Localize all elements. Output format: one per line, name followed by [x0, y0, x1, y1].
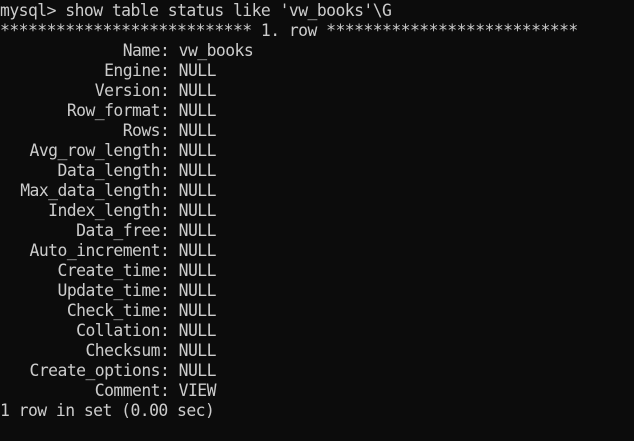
field-name: Auto_increment: [29, 241, 161, 260]
result-row: Name: vw_books: [0, 41, 634, 61]
field-name: Data_free: [76, 221, 160, 240]
field-name: Row_format: [66, 101, 161, 120]
result-row: Version: NULL: [0, 81, 634, 101]
field-name: Collation: [76, 321, 160, 340]
field-name: Index_length: [48, 201, 160, 220]
field-name: Version: [94, 81, 161, 100]
field-name: Data_length: [57, 161, 161, 180]
field-value: NULL: [178, 341, 217, 360]
field-value: NULL: [178, 181, 217, 200]
field-value: NULL: [178, 161, 217, 180]
field-name: Update_time: [57, 281, 161, 300]
field-value: vw_books: [178, 41, 254, 60]
terminal-window[interactable]: mysql> show table status like 'vw_books'…: [0, 0, 634, 441]
result-row: Checksum: NULL: [0, 341, 634, 361]
field-value: NULL: [178, 261, 217, 280]
field-value: NULL: [178, 201, 217, 220]
result-row: Rows: NULL: [0, 121, 634, 141]
field-value: NULL: [178, 141, 217, 160]
field-name: Max_data_length: [20, 181, 160, 200]
field-value: NULL: [178, 121, 217, 140]
field-name: Engine: [104, 61, 160, 80]
field-name: Check_time: [66, 301, 161, 320]
result-row: Check_time: NULL: [0, 301, 634, 321]
result-row: Comment: VIEW: [0, 381, 634, 401]
row-separator: *************************** 1. row *****…: [0, 21, 578, 40]
field-name: Checksum: [85, 341, 160, 360]
field-name: Comment: [94, 381, 161, 400]
result-row: Row_format: NULL: [0, 101, 634, 121]
result-row: Collation: NULL: [0, 321, 634, 341]
result-row: Data_length: NULL: [0, 161, 634, 181]
field-name: Name: [122, 41, 161, 60]
field-name: Create_time: [57, 261, 161, 280]
result-row: Data_free: NULL: [0, 221, 634, 241]
result-row: Max_data_length: NULL: [0, 181, 634, 201]
field-name: Avg_row_length: [29, 141, 161, 160]
field-value: NULL: [178, 241, 217, 260]
field-value: NULL: [178, 101, 217, 120]
field-value: NULL: [178, 301, 217, 320]
field-value: NULL: [178, 281, 217, 300]
field-name: Rows: [122, 121, 161, 140]
prompt: mysql>: [0, 1, 56, 20]
field-value: NULL: [178, 61, 217, 80]
result-row: Update_time: NULL: [0, 281, 634, 301]
result-row: Create_time: NULL: [0, 261, 634, 281]
field-value: NULL: [178, 221, 217, 240]
command-line: mysql> show table status like 'vw_books'…: [0, 1, 634, 21]
result-row: Engine: NULL: [0, 61, 634, 81]
field-value: NULL: [178, 321, 217, 340]
field-value: NULL: [178, 361, 217, 380]
result-summary: 1 row in set (0.00 sec): [0, 401, 215, 420]
field-value: VIEW: [178, 381, 217, 400]
result-row: Auto_increment: NULL: [0, 241, 634, 261]
result-row: Create_options: NULL: [0, 361, 634, 381]
result-row: Avg_row_length: NULL: [0, 141, 634, 161]
field-name: Create_options: [29, 361, 161, 380]
field-value: NULL: [178, 81, 217, 100]
result-row: Index_length: NULL: [0, 201, 634, 221]
command-text: show table status like 'vw_books'\G: [65, 1, 392, 20]
